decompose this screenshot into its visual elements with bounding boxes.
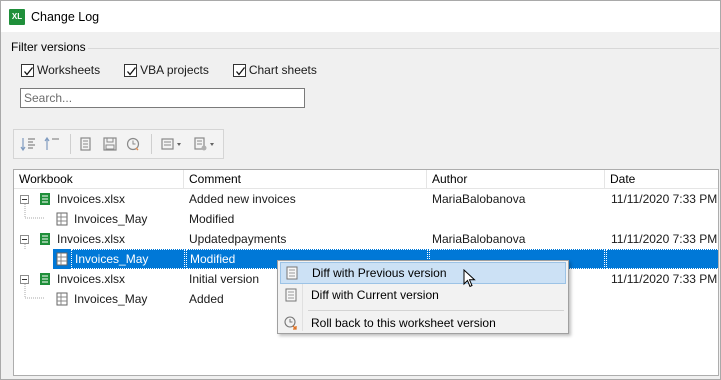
author-cell: MariaBalobanova [432,232,526,246]
menu-item-label: Roll back to this worksheet version [311,316,496,330]
table-row[interactable]: Invoices_May Modified [14,209,718,229]
checkbox-box[interactable] [124,63,138,77]
date-cell: 11/11/2020 7:33 PM [611,272,718,286]
workbook-name: Invoices.xlsx [57,272,126,286]
date-cell: 11/11/2020 7:33 PM [611,232,718,246]
checkmark-icon [235,66,245,76]
chart-sheets-checkbox-label: Chart sheets [248,63,317,77]
worksheets-checkbox-label: Worksheets [37,63,101,77]
worksheet-icon [56,252,68,266]
diff-dropdown-icon[interactable] [157,133,187,155]
comment-cell: Initial version [189,272,260,286]
date-cell [606,249,718,269]
menu-separator [308,310,564,311]
search-input[interactable] [20,88,305,108]
excel-app-icon: XL [9,8,25,25]
checkmark-icon [127,66,137,76]
window-title: Change Log [31,9,100,24]
grid-header: Workbook Comment Author Date [14,170,718,189]
toolbar-separator [70,134,71,154]
worksheet-name: Invoices_May [74,212,148,226]
workbook-name: Invoices.xlsx [57,232,126,246]
rollback-icon [283,315,299,331]
table-row[interactable]: Invoices.xlsx Updatedpayments MariaBalob… [14,229,718,249]
column-header-author[interactable]: Author [427,170,605,189]
collapse-toggle-icon[interactable] [20,275,29,284]
comment-cell: Added new invoices [189,192,296,206]
view-icon[interactable] [76,133,97,155]
comment-cell: Modified [189,212,235,226]
excel-workbook-icon [40,233,50,245]
filter-versions-legend: Filter versions [9,40,88,54]
collapse-toggle-icon[interactable] [20,235,29,244]
toolbar-separator [151,134,153,154]
column-header-comment[interactable]: Comment [184,170,427,189]
workbook-name: Invoices.xlsx [57,192,126,206]
worksheets-checkbox[interactable]: Worksheets [21,63,100,77]
filter-checkbox-row: Worksheets VBA projects Chart sheets [21,63,341,77]
title-bar: XL Change Log [1,1,720,32]
mouse-cursor-icon [463,269,476,288]
worksheet-name: Invoices_May [74,292,148,306]
compare-dropdown-icon[interactable] [190,133,220,155]
rollback-icon[interactable] [123,133,144,155]
comment-cell: Added [189,292,224,306]
expand-all-icon[interactable] [18,133,39,155]
worksheet-icon [56,292,68,306]
diff-current-icon [283,287,299,303]
excel-workbook-icon [40,193,50,205]
menu-item-diff-previous[interactable]: Diff with Previous version [280,262,566,284]
menu-item-rollback[interactable]: Roll back to this worksheet version [280,312,566,334]
diff-previous-icon [284,265,300,281]
menu-item-diff-current[interactable]: Diff with Current version [280,284,566,306]
checkmark-icon [24,66,34,76]
chart-sheets-checkbox[interactable]: Chart sheets [232,63,317,77]
change-log-window: XL Change Log Filter versions Worksheets… [0,0,721,380]
column-header-date[interactable]: Date [605,170,718,189]
comment-cell: Updatedpayments [189,232,287,246]
menu-item-label: Diff with Previous version [312,266,447,280]
menu-item-label: Diff with Current version [311,288,439,302]
toolbar [13,129,224,159]
author-cell: MariaBalobanova [432,192,526,206]
save-icon[interactable] [99,133,120,155]
checkbox-box[interactable] [232,63,246,77]
vba-projects-checkbox[interactable]: VBA projects [124,63,209,77]
excel-workbook-icon [40,273,50,285]
vba-projects-checkbox-label: VBA projects [140,63,209,77]
date-cell: 11/11/2020 7:33 PM [611,192,718,206]
table-row[interactable]: Invoices.xlsx Added new invoices MariaBa… [14,189,718,209]
checkbox-box[interactable] [21,63,34,77]
collapse-toggle-icon[interactable] [20,195,29,204]
worksheet-icon [56,212,68,226]
worksheet-name: Invoices_May [71,249,185,269]
collapse-all-icon[interactable] [42,133,63,155]
context-menu: Diff with Previous version Diff with Cur… [277,260,569,334]
